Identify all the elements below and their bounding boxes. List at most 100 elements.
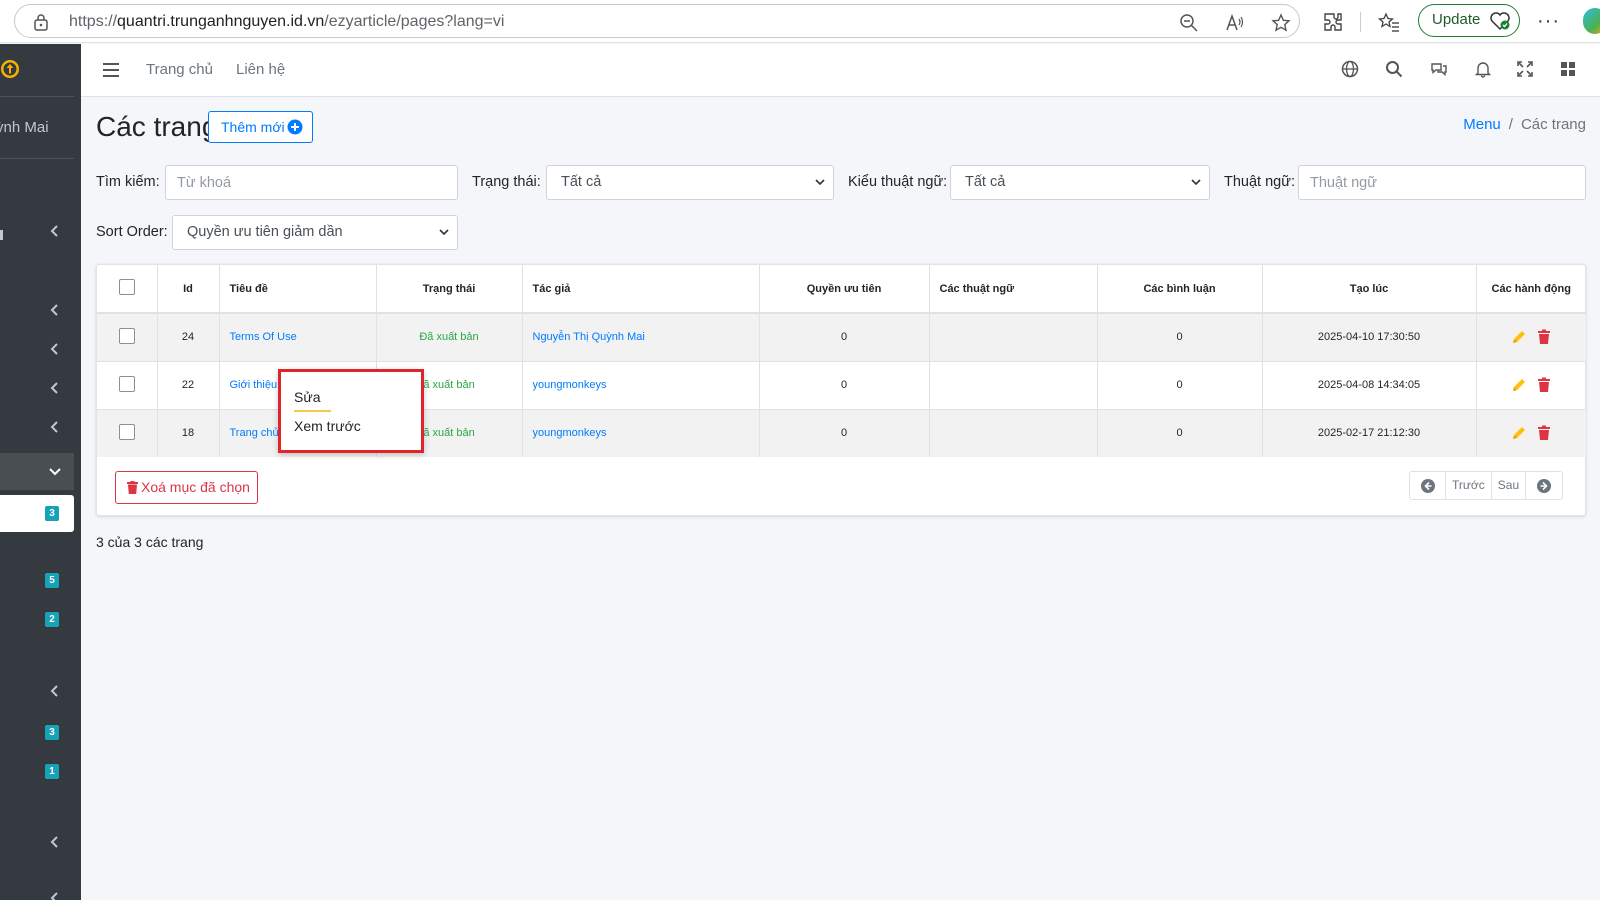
cell-id: 24 <box>157 312 220 361</box>
favorite-star-icon[interactable] <box>1271 13 1291 33</box>
cell-author-link[interactable]: youngmonkeys <box>522 360 760 409</box>
cell-title-link[interactable]: Terms Of Use <box>219 312 377 361</box>
chevron-left-icon[interactable] <box>49 225 61 237</box>
globe-icon[interactable] <box>1341 60 1359 78</box>
count-badge: 1 <box>45 764 59 779</box>
row-checkbox[interactable] <box>118 423 135 440</box>
column-header-status[interactable]: Trạng thái <box>376 265 523 314</box>
copilot-icon[interactable] <box>1583 8 1600 34</box>
pagination-next[interactable]: Sau <box>1492 472 1527 499</box>
sidebar-divider <box>0 158 74 159</box>
sidebar-item-pages-group[interactable] <box>0 453 74 490</box>
trash-icon[interactable] <box>1536 329 1552 345</box>
more-menu-icon[interactable]: ··· <box>1537 10 1560 33</box>
select-all-checkbox[interactable] <box>118 279 135 295</box>
chevron-down-icon <box>815 179 825 186</box>
pagination-next-arrow[interactable] <box>1526 472 1562 499</box>
cell-author-link[interactable]: Nguyễn Thị Quỳnh Mai <box>522 312 760 361</box>
read-aloud-icon[interactable] <box>1225 13 1245 33</box>
cell-actions <box>1476 408 1586 457</box>
sort-order-select[interactable]: Quyền ưu tiên giảm dần <box>172 215 458 250</box>
cell-id: 22 <box>157 360 220 409</box>
nav-link-contact[interactable]: Liên hệ <box>236 61 285 78</box>
status-filter-select[interactable]: Tất cả <box>546 165 834 200</box>
lock-icon <box>34 14 48 31</box>
row-select-cell <box>97 408 158 457</box>
cell-terms <box>929 408 1098 457</box>
chevron-left-icon[interactable] <box>49 685 61 697</box>
term-type-filter-select[interactable]: Tất cả <box>950 165 1210 200</box>
cell-priority: 0 <box>759 408 930 457</box>
column-header-priority[interactable]: Quyền ưu tiên <box>759 265 930 314</box>
zoom-icon[interactable] <box>1179 13 1199 33</box>
chevron-left-icon[interactable] <box>49 382 61 394</box>
sort-order-value: Quyền ưu tiên giảm dần <box>187 224 343 240</box>
cell-comments: 0 <box>1097 408 1263 457</box>
pagination-prev[interactable]: Trước <box>1446 472 1492 499</box>
brand-logo-icon[interactable] <box>0 59 20 79</box>
status-filter-label: Trạng thái: <box>472 174 541 190</box>
sidebar: ỳnh Mai 3 5 2 3 1 <box>0 44 81 900</box>
column-header-created[interactable]: Tạo lúc <box>1262 265 1477 314</box>
pagination: Trước Sau <box>1409 471 1564 500</box>
trash-icon <box>127 481 138 494</box>
row-select-cell <box>97 360 158 409</box>
column-header-comments[interactable]: Các bình luận <box>1097 265 1263 314</box>
favorites-list-icon[interactable] <box>1378 11 1400 33</box>
context-menu-edit[interactable]: Sửa <box>294 389 321 405</box>
pagination-prev-arrow[interactable] <box>1410 472 1446 499</box>
sidebar-item-pages[interactable]: 3 <box>0 495 74 532</box>
address-bar[interactable]: https://quantri.trunganhnguyen.id.vn/ezy… <box>14 4 1300 38</box>
column-header-id[interactable]: Id <box>157 265 220 314</box>
trash-icon[interactable] <box>1536 377 1552 393</box>
chevron-left-icon[interactable] <box>49 304 61 316</box>
arrow-circle-right-icon <box>1537 479 1552 493</box>
cell-status: Đã xuất bản <box>376 312 523 361</box>
hamburger-menu-icon[interactable] <box>103 63 119 77</box>
count-badge: 3 <box>45 506 59 521</box>
select-all-cell <box>97 265 158 314</box>
page-title: Các trang <box>96 111 218 142</box>
search-label: Tìm kiếm: <box>96 174 160 190</box>
chevron-left-icon[interactable] <box>49 892 61 900</box>
edit-pencil-icon[interactable] <box>1511 329 1527 345</box>
extensions-icon[interactable] <box>1322 11 1344 33</box>
term-input[interactable] <box>1298 165 1586 200</box>
breadcrumb: Menu / Các trang <box>1463 116 1586 133</box>
sidebar-divider <box>0 96 74 97</box>
cell-terms <box>929 312 1098 361</box>
cell-priority: 0 <box>759 312 930 361</box>
cell-author-link[interactable]: youngmonkeys <box>522 408 760 457</box>
column-header-title[interactable]: Tiêu đề <box>219 265 377 314</box>
comments-icon[interactable] <box>1430 60 1448 78</box>
edit-pencil-icon[interactable] <box>1511 425 1527 441</box>
chevron-left-icon[interactable] <box>49 421 61 433</box>
search-icon[interactable] <box>1385 60 1403 78</box>
cell-terms <box>929 360 1098 409</box>
nav-link-home[interactable]: Trang chủ <box>146 61 213 78</box>
update-button[interactable]: Update <box>1418 4 1520 37</box>
fullscreen-icon[interactable] <box>1516 60 1534 78</box>
add-new-button[interactable]: Thêm mới <box>208 111 313 143</box>
cell-created: 2025-02-17 21:12:30 <box>1262 408 1477 457</box>
row-checkbox[interactable] <box>118 375 135 392</box>
grid-apps-icon[interactable] <box>1559 60 1577 78</box>
sidebar-user-name[interactable]: ỳnh Mai <box>0 119 49 136</box>
row-checkbox[interactable] <box>118 327 135 344</box>
edit-hover-underline <box>294 410 331 412</box>
search-input[interactable] <box>165 165 458 200</box>
chevron-left-icon[interactable] <box>49 343 61 355</box>
trash-icon[interactable] <box>1536 425 1552 441</box>
column-header-terms[interactable]: Các thuật ngữ <box>929 265 1098 314</box>
count-badge: 5 <box>45 573 59 588</box>
table-row: 24 Terms Of Use Đã xuất bản Nguyễn Thị Q… <box>97 312 1586 361</box>
bell-icon[interactable] <box>1474 60 1492 78</box>
delete-selected-button[interactable]: Xoá mục đã chọn <box>115 471 258 504</box>
column-header-author[interactable]: Tác giả <box>522 265 760 314</box>
cell-comments: 0 <box>1097 312 1263 361</box>
title-context-menu: Sửa Xem trước <box>278 369 424 453</box>
chevron-left-icon[interactable] <box>49 836 61 848</box>
edit-pencil-icon[interactable] <box>1511 377 1527 393</box>
breadcrumb-link-menu[interactable]: Menu <box>1463 116 1501 133</box>
context-menu-preview[interactable]: Xem trước <box>294 418 361 434</box>
